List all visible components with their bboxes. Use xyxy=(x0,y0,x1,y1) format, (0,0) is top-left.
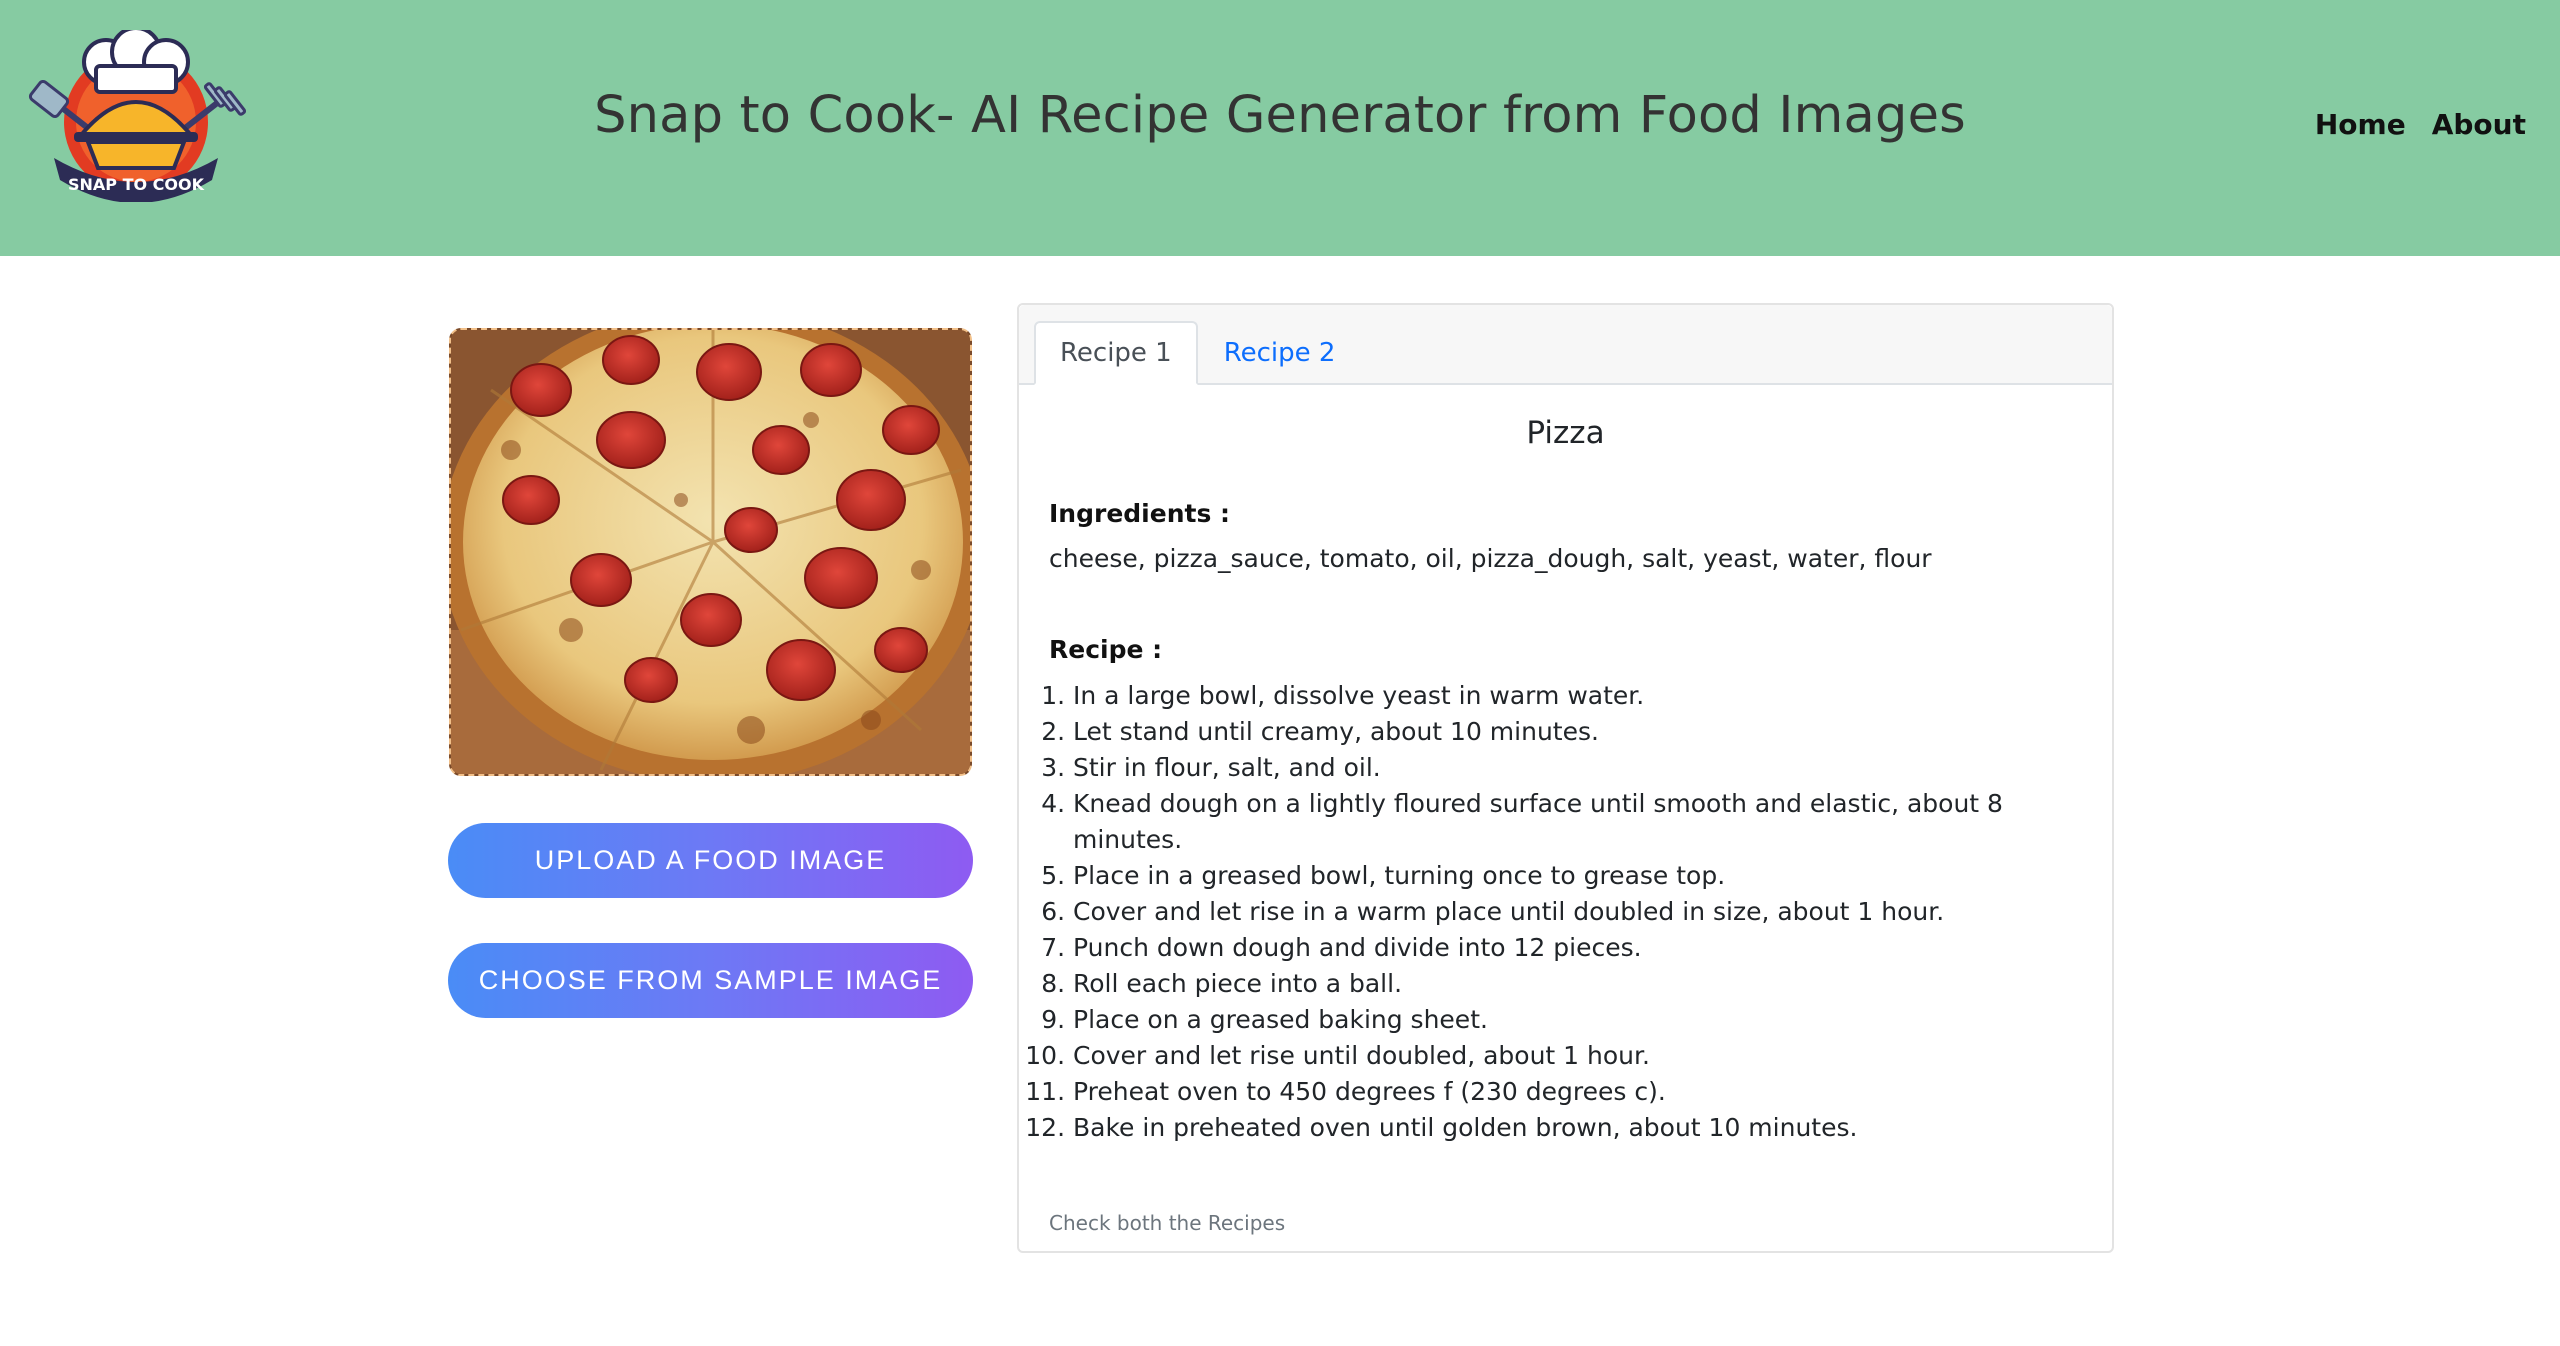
dish-name: Pizza xyxy=(1526,415,1605,451)
recipe-step: Place in a greased bowl, turning once to… xyxy=(1073,858,2082,894)
site-header: SNAP TO COOK Snap to Cook- AI Recipe Gen… xyxy=(0,0,2560,256)
recipe-tabs: Recipe 1 Recipe 2 xyxy=(1034,321,1361,385)
recipe-step: Let stand until creamy, about 10 minutes… xyxy=(1073,714,2082,750)
site-title: Snap to Cook- AI Recipe Generator from F… xyxy=(594,86,1966,145)
recipe-step: Punch down dough and divide into 12 piec… xyxy=(1073,930,2082,966)
main-nav: Home About xyxy=(2315,108,2526,141)
recipe-step: Stir in flour, salt, and oil. xyxy=(1073,750,2082,786)
nav-home-link[interactable]: Home xyxy=(2315,108,2406,141)
uploaded-food-image xyxy=(449,328,972,776)
logo-text: SNAP TO COOK xyxy=(68,175,205,194)
recipe-step: Preheat oven to 450 degrees f (230 degre… xyxy=(1073,1074,2082,1110)
recipe-step: In a large bowl, dissolve yeast in warm … xyxy=(1073,678,2082,714)
recipe-step: Knead dough on a lightly floured surface… xyxy=(1073,786,2082,858)
recipe-content: Pizza Ingredients : cheese, pizza_sauce,… xyxy=(1019,415,2112,1235)
recipes-footnote: Check both the Recipes xyxy=(1049,1211,1286,1235)
recipe-label: Recipe : xyxy=(1049,635,1163,664)
recipe-step: Place on a greased baking sheet. xyxy=(1073,1002,2082,1038)
tab-recipe-1[interactable]: Recipe 1 xyxy=(1034,321,1198,385)
recipe-step: Cover and let rise until doubled, about … xyxy=(1073,1038,2082,1074)
upload-food-image-button[interactable]: UPLOAD A FOOD IMAGE xyxy=(448,823,973,898)
recipe-step: Bake in preheated oven until golden brow… xyxy=(1073,1110,2082,1146)
tab-recipe-2[interactable]: Recipe 2 xyxy=(1198,321,1362,385)
ingredients-label: Ingredients : xyxy=(1049,499,1231,528)
recipe-tabs-header: Recipe 1 Recipe 2 xyxy=(1019,305,2112,385)
pizza-photo-icon xyxy=(451,330,970,774)
nav-about-link[interactable]: About xyxy=(2432,108,2526,141)
recipe-step: Cover and let rise in a warm place until… xyxy=(1073,894,2082,930)
recipe-card: Recipe 1 Recipe 2 Pizza Ingredients : ch… xyxy=(1017,303,2114,1253)
choose-sample-image-button[interactable]: CHOOSE FROM SAMPLE IMAGE xyxy=(448,943,973,1018)
ingredients-list: cheese, pizza_sauce, tomato, oil, pizza_… xyxy=(1049,544,1932,573)
recipe-steps: In a large bowl, dissolve yeast in warm … xyxy=(1049,678,2082,1146)
recipe-step: Roll each piece into a ball. xyxy=(1073,966,2082,1002)
